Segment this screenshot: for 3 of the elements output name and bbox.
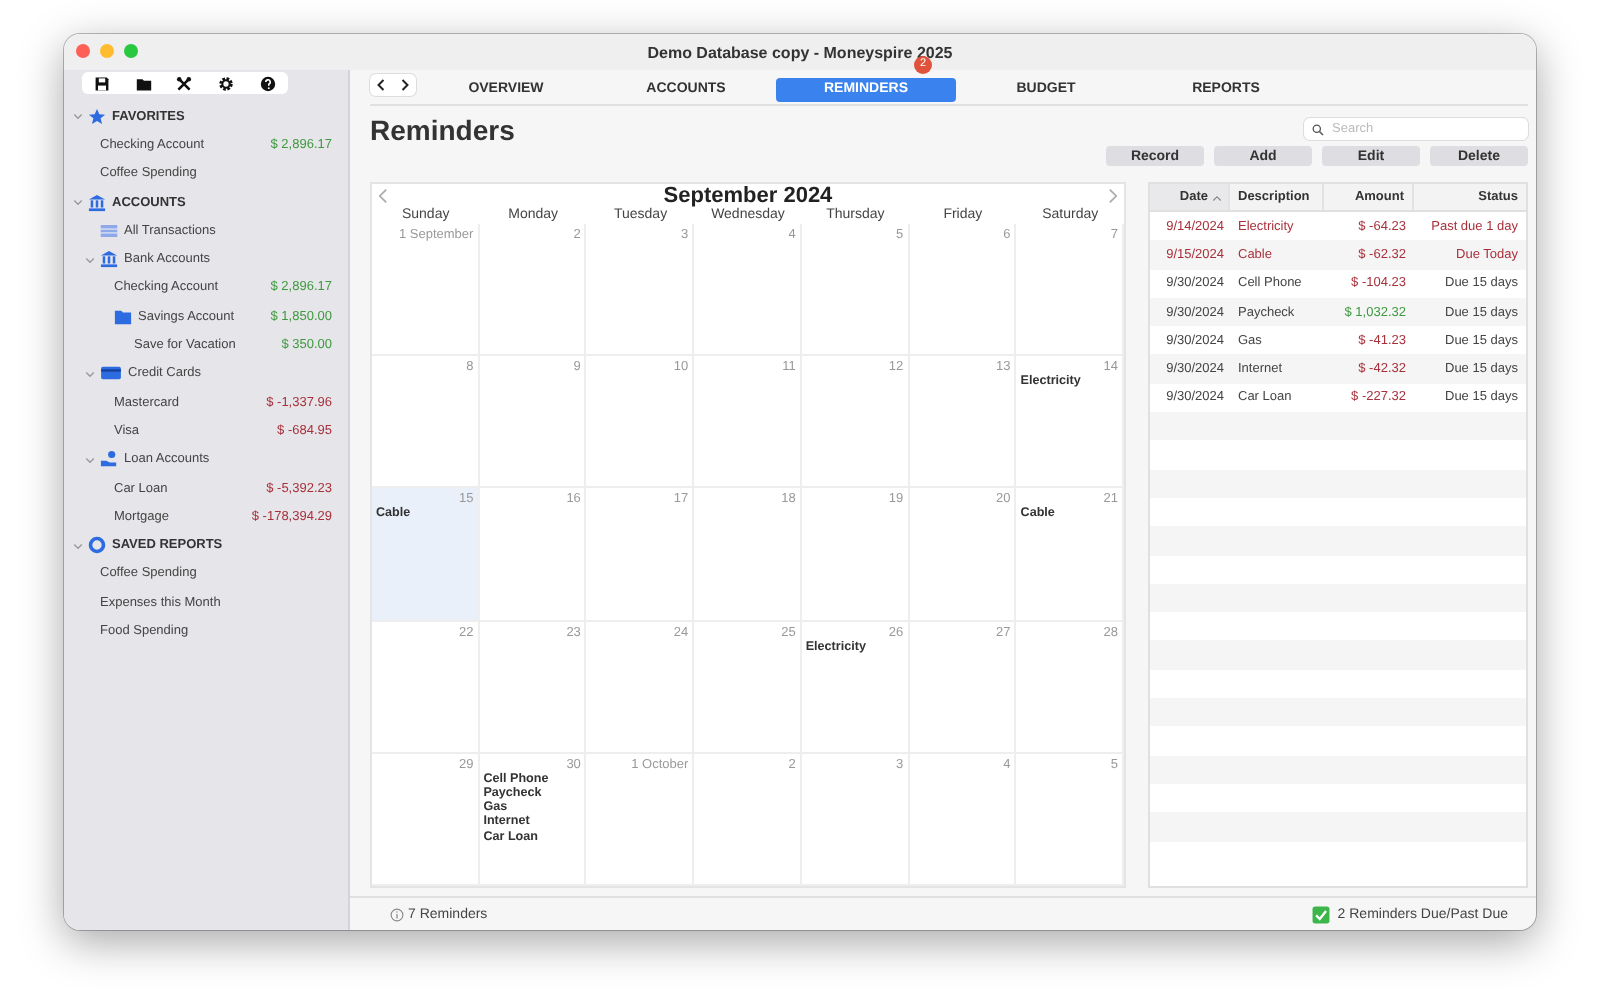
page-title: Reminders <box>370 113 515 145</box>
month-title: September 2024 <box>663 184 833 208</box>
window-title: Demo Database copy - Moneyspire 2025 <box>647 43 953 61</box>
